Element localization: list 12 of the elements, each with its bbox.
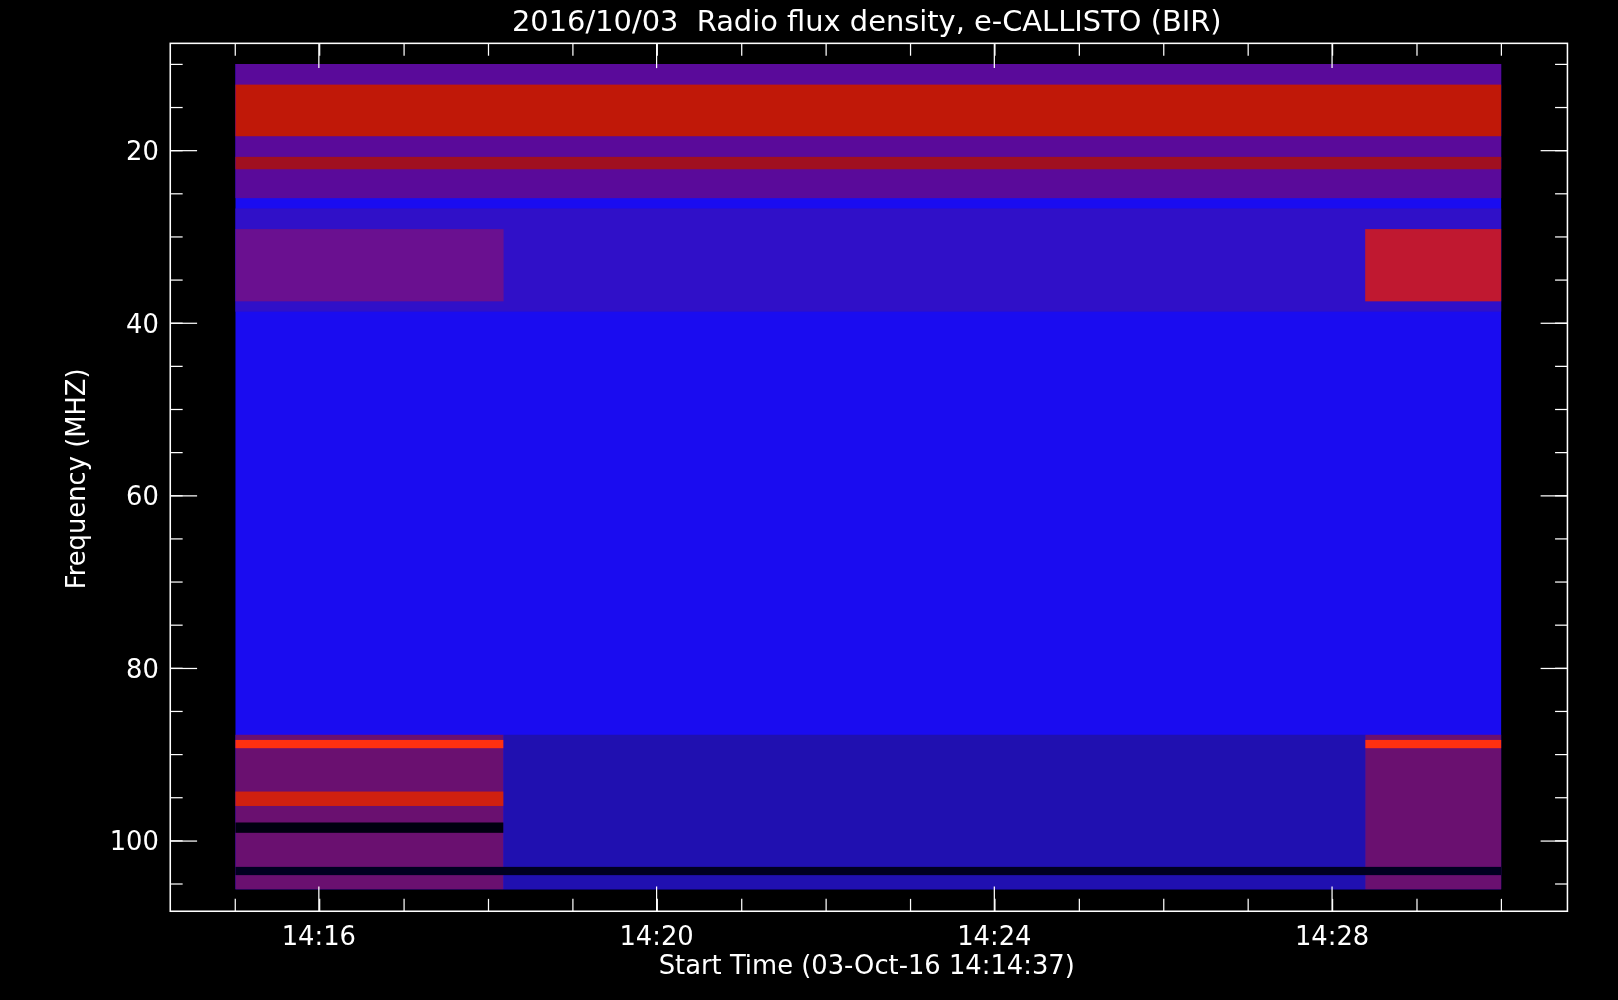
x-tick-label: 14:20 xyxy=(619,921,694,952)
x-tick-label: 14:28 xyxy=(1294,921,1370,952)
x-axis-label: Start Time (03-Oct-16 14:14:37) xyxy=(658,950,1075,981)
y-tick-label: 60 xyxy=(126,481,159,512)
y-axis-label: Frequency (MHZ) xyxy=(60,368,91,590)
y-tick-label: 100 xyxy=(109,826,159,857)
y-tick-label: 80 xyxy=(126,653,159,684)
chart-title: 2016/10/03 Radio flux density, e-CALLISTO (BIR) xyxy=(511,3,1222,38)
y-tick-label: 20 xyxy=(126,135,159,166)
y-tick-label: 40 xyxy=(126,308,159,339)
x-tick-label: 14:16 xyxy=(281,921,356,952)
x-tick-label: 14:24 xyxy=(957,921,1032,952)
